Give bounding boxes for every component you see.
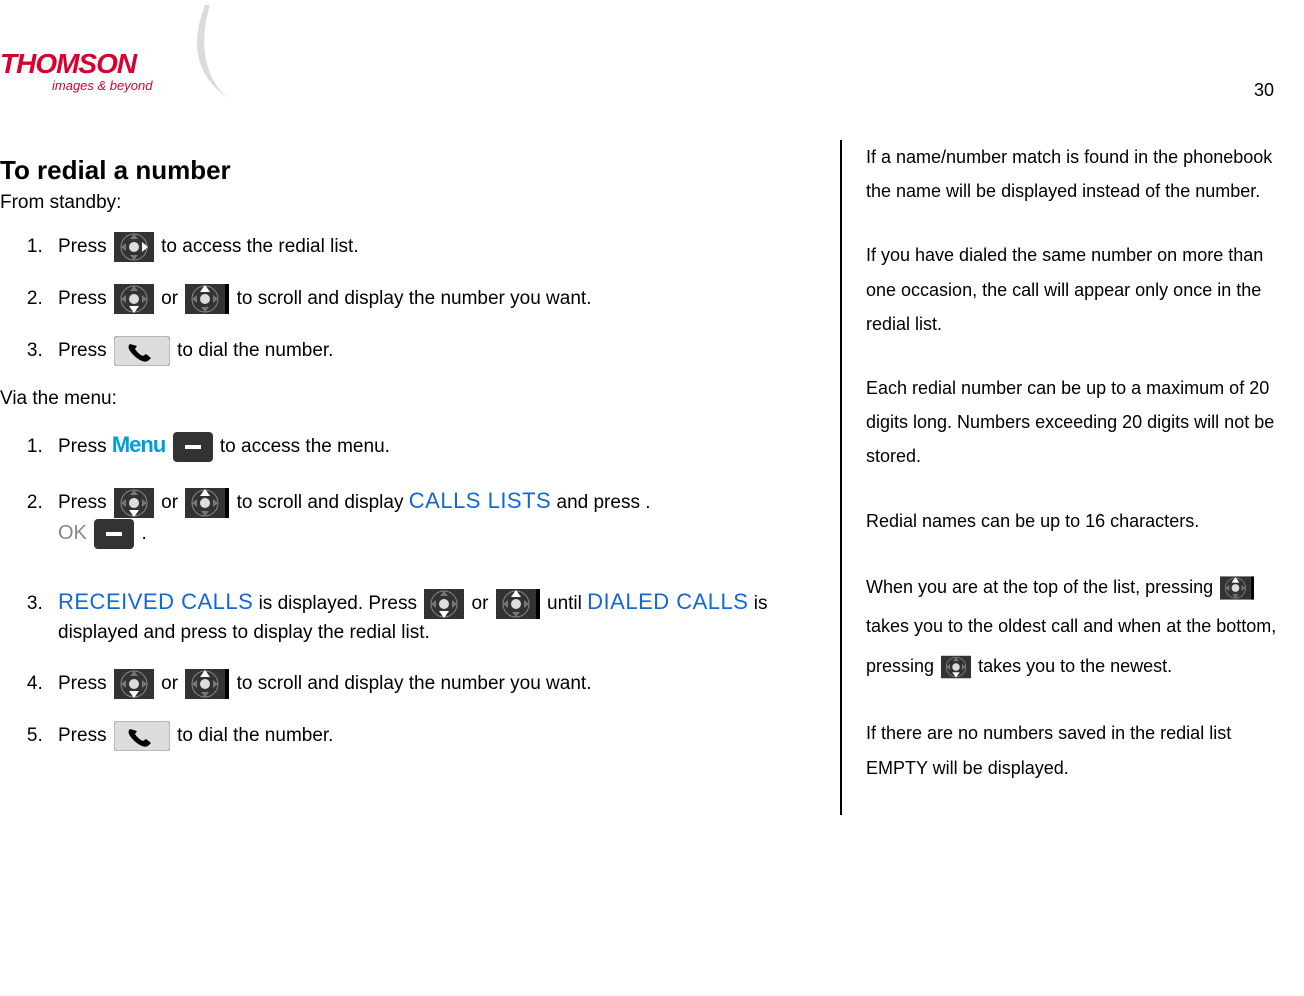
main-column: To redial a number From standby: Press t… [0,140,840,815]
call-key-icon [114,721,170,751]
step-text: to scroll and display the number you wan… [237,288,592,309]
dpad-down-icon [114,284,154,314]
menu-step-1: Press Menu to access the menu. [48,428,820,462]
note-paragraph: Redial names can be up to 16 characters. [866,504,1296,538]
step-text: or [161,492,183,513]
step-text: Press [58,492,112,513]
step-text: or [472,593,494,614]
dpad-up-icon [185,488,229,518]
step-text: Press [58,340,112,361]
dpad-up-icon [496,589,540,619]
dpad-up-icon [1220,576,1254,600]
section-heading: To redial a number [0,155,820,186]
step-text: to scroll and display [237,492,409,513]
dpad-down-icon [941,655,971,679]
step-text: is displayed. Press [259,593,423,614]
dpad-right-icon [114,232,154,262]
note-text: takes you to the newest. [978,656,1172,676]
subheading-standby: From standby: [0,192,820,214]
menu-step-3: RECEIVED CALLS is displayed. Press or un… [48,585,820,647]
menu-softkey-label: Menu [112,432,165,457]
note-paragraph: When you are at the top of the list, pre… [866,568,1296,687]
note-text: When you are at the top of the list, pre… [866,577,1218,597]
step-text: or [161,288,183,309]
received-calls-label: RECEIVED CALLS [58,589,253,614]
step-text: to access the redial list. [161,236,358,257]
step-text: Press [58,436,112,457]
step-text: or [161,673,183,694]
step-text: to scroll and display the number you wan… [237,673,592,694]
dialed-calls-label: DIALED CALLS [587,589,748,614]
step-text: Press [58,236,112,257]
menu-step-4: Press or to scroll and display the numbe… [48,669,820,699]
logo-swoosh-icon [150,5,260,105]
menu-step-5: Press to dial the number. [48,721,820,751]
standby-step-2: Press or to scroll and display the numbe… [48,284,820,314]
calls-lists-label: CALLS LISTS [409,488,551,513]
note-paragraph: Each redial number can be up to a maximu… [866,371,1296,474]
step-text: Press [58,673,112,694]
note-paragraph: If you have dialed the same number on mo… [866,238,1296,341]
dpad-up-icon [185,669,229,699]
softkey-dash-icon [173,432,213,462]
step-text: until [547,593,587,614]
standby-steps-list: Press to access the redial list. Press o… [48,232,820,366]
menu-step-2: Press or to scroll and display CALLS LIS… [48,484,820,549]
standby-step-1: Press to access the redial list. [48,232,820,262]
dpad-down-icon [114,669,154,699]
note-paragraph: If there are no numbers saved in the red… [866,716,1296,784]
menu-steps-list: Press Menu to access the menu. Press or … [48,428,820,751]
dpad-down-icon [424,589,464,619]
standby-step-3: Press to dial the number. [48,336,820,366]
dpad-up-icon [185,284,229,314]
step-text: to dial the number. [177,725,333,746]
step-text: . [141,523,146,544]
page-number: 30 [1254,80,1274,101]
ok-softkey-label: OK [58,522,87,544]
note-paragraph: If a name/number match is found in the p… [866,140,1296,208]
step-text: to dial the number. [177,340,333,361]
step-text: and press . [557,492,651,513]
subheading-menu: Via the menu: [0,388,820,410]
side-notes-column: If a name/number match is found in the p… [840,140,1296,815]
call-key-icon [114,336,170,366]
brand-name: THOMSON [0,48,136,80]
dpad-down-icon [114,488,154,518]
step-text: Press [58,725,112,746]
softkey-dash-icon [94,519,134,549]
brand-tagline: images & beyond [52,78,152,93]
step-text: to access the menu. [220,436,390,457]
step-text: Press [58,288,112,309]
